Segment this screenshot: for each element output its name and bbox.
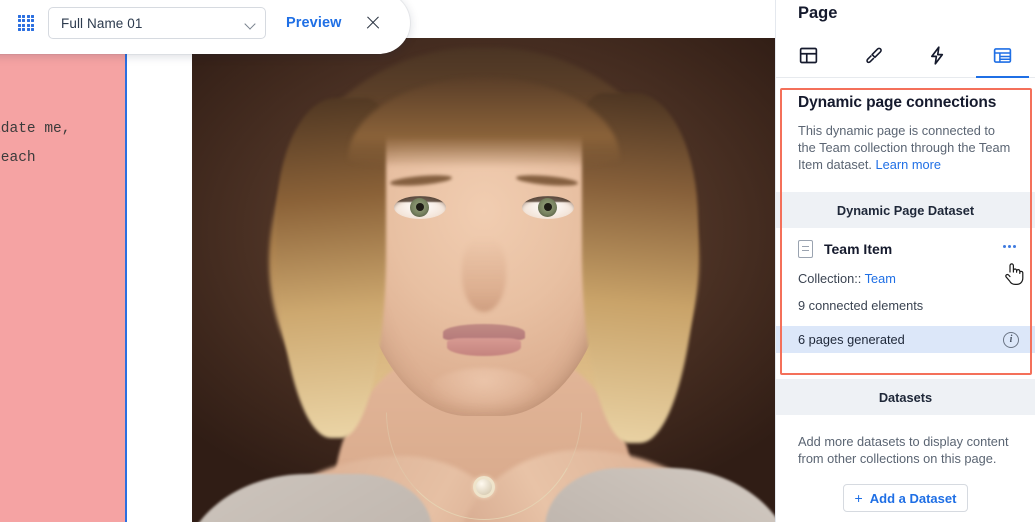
- document-lines-icon: [798, 240, 813, 258]
- tab-layout[interactable]: [776, 34, 841, 77]
- table-icon: [993, 48, 1012, 63]
- connected-elements-count: 9 connected elements: [798, 298, 924, 313]
- grid-dots-icon[interactable]: [18, 15, 35, 32]
- tab-design[interactable]: [841, 34, 906, 77]
- preview-button[interactable]: Preview: [280, 11, 348, 35]
- dynamic-page-connections: Dynamic page connections This dynamic pa…: [776, 78, 1035, 173]
- chevron-down-icon: [244, 18, 256, 30]
- layout-icon: [799, 47, 818, 64]
- datasets-body: Add more datasets to display content fro…: [776, 415, 1035, 512]
- photo-eye-right: [521, 196, 574, 219]
- page-select[interactable]: Full Name 01: [48, 7, 266, 39]
- add-dataset-label: Add a Dataset: [869, 490, 957, 506]
- page-title: Page: [798, 4, 838, 22]
- photo-lips-lower: [446, 338, 521, 356]
- dynamic-page-dataset-header: Dynamic Page Dataset: [776, 192, 1035, 228]
- canvas-gutter: [129, 38, 192, 522]
- close-icon[interactable]: [362, 12, 384, 34]
- tab-dataset[interactable]: [970, 34, 1035, 78]
- page-select-value: Full Name 01: [61, 15, 143, 31]
- floating-page-toolbar[interactable]: Full Name 01 Preview: [0, 0, 410, 54]
- photo-pupil-left: [415, 203, 424, 211]
- add-dataset-button[interactable]: + Add a Dataset: [843, 484, 968, 512]
- collection-label: Collection::: [798, 271, 862, 286]
- brush-icon: [865, 47, 882, 64]
- pages-generated-row[interactable]: 6 pages generated i: [776, 326, 1035, 353]
- datasets-description: Add more datasets to display content fro…: [798, 434, 1009, 466]
- pink-panel-text: your validate me, for each: [0, 92, 71, 166]
- collection-link[interactable]: Team: [865, 271, 896, 286]
- connections-heading: Dynamic page connections: [798, 94, 997, 111]
- photo-pupil-right: [543, 203, 552, 211]
- photo-necklace-pendant: [472, 476, 495, 498]
- photo-iris-left: [410, 197, 429, 217]
- dataset-collection-row: Collection:: Team: [776, 258, 1035, 286]
- app-root: your validate me, for each: [0, 0, 1035, 522]
- portrait-image[interactable]: [192, 38, 775, 522]
- dataset-item-name: Team Item: [824, 241, 893, 257]
- connections-description: This dynamic page is connected to the Te…: [798, 122, 1015, 173]
- right-side-panel: Page Dynamic page connections This dynam…: [775, 0, 1035, 522]
- lightning-icon: [931, 46, 944, 65]
- tab-interact[interactable]: [906, 34, 971, 77]
- editor-canvas[interactable]: your validate me, for each: [0, 0, 775, 522]
- datasets-header: Datasets: [776, 379, 1035, 415]
- info-circle-icon[interactable]: i: [1003, 331, 1019, 348]
- pink-section-panel[interactable]: your validate me, for each: [0, 38, 127, 522]
- photo-nose: [461, 238, 506, 312]
- pages-generated-label: 6 pages generated: [798, 332, 905, 347]
- photo-eye-left: [393, 196, 446, 219]
- dataset-item-row[interactable]: Team Item: [776, 228, 1035, 258]
- learn-more-link[interactable]: Learn more: [876, 157, 941, 172]
- panel-tabs: [776, 34, 1035, 78]
- photo-iris-right: [538, 197, 557, 217]
- photo-chin: [428, 368, 539, 412]
- more-options-icon[interactable]: [1000, 242, 1019, 251]
- plus-icon: +: [854, 490, 863, 506]
